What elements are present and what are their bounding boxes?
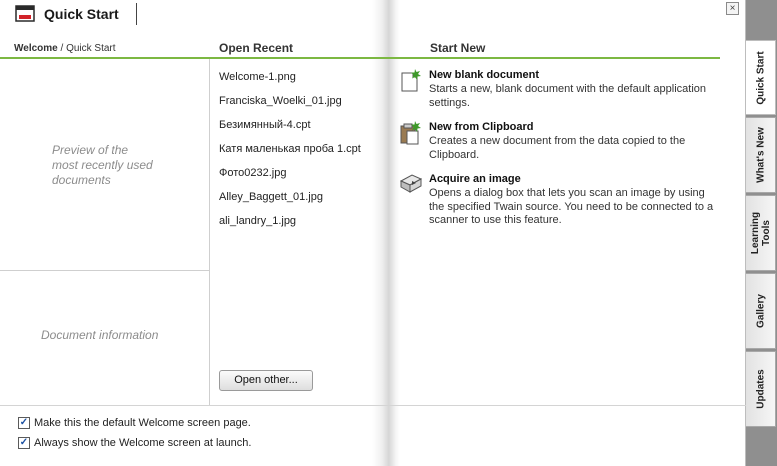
show-at-launch-checkbox[interactable]: ✓ xyxy=(18,437,30,449)
tab-label: Quick Start xyxy=(755,50,766,105)
breadcrumb-current: Quick Start xyxy=(66,43,116,54)
header: Quick Start × xyxy=(0,0,746,30)
book-spine-shadow xyxy=(372,0,400,466)
recent-file-item[interactable]: Безимянный-4.cpt xyxy=(219,119,361,143)
preview-placeholder-line: documents xyxy=(52,173,111,187)
preview-placeholder-line: most recently used xyxy=(52,158,153,172)
tab-label: What's New xyxy=(755,127,766,183)
task-title[interactable]: New from Clipboard xyxy=(429,121,534,133)
task-description: Opens a dialog box that lets you scan an… xyxy=(429,187,714,226)
document-info-placeholder: Document information xyxy=(41,328,159,342)
welcome-screen: Quick Start × Welcome / Quick Start Open… xyxy=(0,0,777,466)
open-other-button[interactable]: Open other... xyxy=(219,370,313,391)
new-document-icon xyxy=(401,69,421,92)
close-button[interactable]: × xyxy=(726,2,739,15)
tab-label: Learning Tools xyxy=(749,211,772,255)
recent-file-item[interactable]: Катя маленькая проба 1.cpt xyxy=(219,143,361,167)
recent-file-item[interactable]: ali_landry_1.jpg xyxy=(219,215,361,239)
task-acquire-image[interactable]: Acquire an image Opens a dialog box that… xyxy=(400,173,713,231)
task-new-from-clipboard[interactable]: New from Clipboard Creates a new documen… xyxy=(400,121,710,165)
breadcrumb: Welcome / Quick Start xyxy=(14,43,116,54)
recent-file-item[interactable]: Alley_Baggett_01.jpg xyxy=(219,191,361,215)
recent-file-item[interactable]: Franciska_Woelki_01.jpg xyxy=(219,95,361,119)
scanner-icon xyxy=(400,174,422,193)
app-logo-icon xyxy=(15,5,35,22)
panel-divider xyxy=(0,270,210,271)
tab-whats-new[interactable]: What's New xyxy=(746,117,776,193)
task-description: Starts a new, blank document with the de… xyxy=(429,83,707,109)
task-title[interactable]: New blank document xyxy=(429,69,539,81)
side-tabs: Quick Start What's New Learning Tools Ga… xyxy=(746,0,777,466)
tab-gallery[interactable]: Gallery xyxy=(746,273,776,349)
default-page-checkbox[interactable]: ✓ xyxy=(18,417,30,429)
breadcrumb-separator: / xyxy=(57,43,67,54)
recent-files-list: Welcome-1.png Franciska_Woelki_01.jpg Бе… xyxy=(219,71,361,239)
task-title[interactable]: Acquire an image xyxy=(429,173,521,185)
clipboard-icon xyxy=(400,121,421,145)
show-at-launch-label[interactable]: Always show the Welcome screen at launch… xyxy=(34,437,251,449)
tab-label: Gallery xyxy=(755,294,766,328)
preview-panel: Preview of the most recently used docume… xyxy=(0,59,210,405)
tab-quick-start[interactable]: Quick Start xyxy=(746,40,776,115)
default-page-label[interactable]: Make this the default Welcome screen pag… xyxy=(34,417,251,429)
preview-placeholder-line: Preview of the xyxy=(52,143,129,157)
tab-updates[interactable]: Updates xyxy=(746,351,776,427)
open-recent-heading: Open Recent xyxy=(219,41,294,55)
title-divider xyxy=(136,3,137,25)
welcome-page: Quick Start × Welcome / Quick Start Open… xyxy=(0,0,746,466)
breadcrumb-root[interactable]: Welcome xyxy=(14,43,58,54)
preview-placeholder: Preview of the most recently used docume… xyxy=(52,143,153,188)
recent-file-item[interactable]: Welcome-1.png xyxy=(219,71,361,95)
recent-file-item[interactable]: Фото0232.jpg xyxy=(219,167,361,191)
tab-learning-tools[interactable]: Learning Tools xyxy=(746,195,776,271)
footer-divider xyxy=(0,405,746,406)
task-description: Creates a new document from the data cop… xyxy=(429,135,686,161)
tab-label: Updates xyxy=(755,369,766,409)
page-title: Quick Start xyxy=(44,6,119,22)
start-new-heading: Start New xyxy=(430,41,486,55)
task-new-blank-document[interactable]: New blank document Starts a new, blank d… xyxy=(400,69,710,113)
